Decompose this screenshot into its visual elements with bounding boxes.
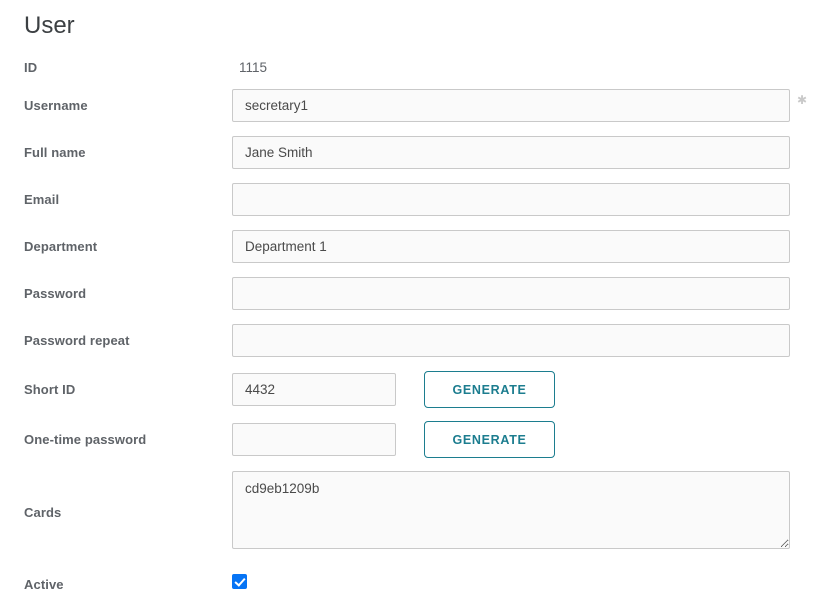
one-time-password-label: One-time password (24, 432, 232, 447)
field-row-department: Department (24, 230, 800, 263)
username-label: Username (24, 98, 232, 113)
email-label: Email (24, 192, 232, 207)
email-input[interactable] (232, 183, 790, 216)
field-row-username: Username ✱ (24, 89, 800, 122)
user-form-page: User ID 1115 Username ✱ Full name Email (0, 0, 824, 594)
field-row-cards: Cards cd9eb1209b (24, 471, 800, 554)
field-row-password: Password (24, 277, 800, 310)
password-input[interactable] (232, 277, 790, 310)
username-input[interactable] (232, 89, 790, 122)
password-repeat-label: Password repeat (24, 333, 232, 348)
required-asterisk-icon: ✱ (797, 94, 807, 106)
field-row-one-time-password: One-time password GENERATE (24, 421, 800, 458)
cards-textarea[interactable]: cd9eb1209b (232, 471, 790, 549)
password-repeat-input[interactable] (232, 324, 790, 357)
active-label: Active (24, 577, 232, 592)
field-row-password-repeat: Password repeat (24, 324, 800, 357)
department-input[interactable] (232, 230, 790, 263)
cards-label: Cards (24, 505, 232, 520)
generate-short-id-button[interactable]: GENERATE (424, 371, 555, 408)
page-title: User (24, 12, 800, 40)
field-row-active: Active (24, 574, 800, 594)
short-id-label: Short ID (24, 382, 232, 397)
field-row-short-id: Short ID GENERATE (24, 371, 800, 408)
full-name-input[interactable] (232, 136, 790, 169)
field-row-id: ID 1115 (24, 60, 800, 75)
id-label: ID (24, 60, 232, 75)
user-form: ID 1115 Username ✱ Full name Email (24, 60, 800, 594)
short-id-input[interactable] (232, 373, 396, 406)
password-label: Password (24, 286, 232, 301)
field-row-email: Email (24, 183, 800, 216)
generate-one-time-password-button[interactable]: GENERATE (424, 421, 555, 458)
one-time-password-input[interactable] (232, 423, 396, 456)
full-name-label: Full name (24, 145, 232, 160)
active-checkbox[interactable] (232, 574, 247, 589)
id-value: 1115 (232, 60, 790, 75)
department-label: Department (24, 239, 232, 254)
field-row-full-name: Full name (24, 136, 800, 169)
